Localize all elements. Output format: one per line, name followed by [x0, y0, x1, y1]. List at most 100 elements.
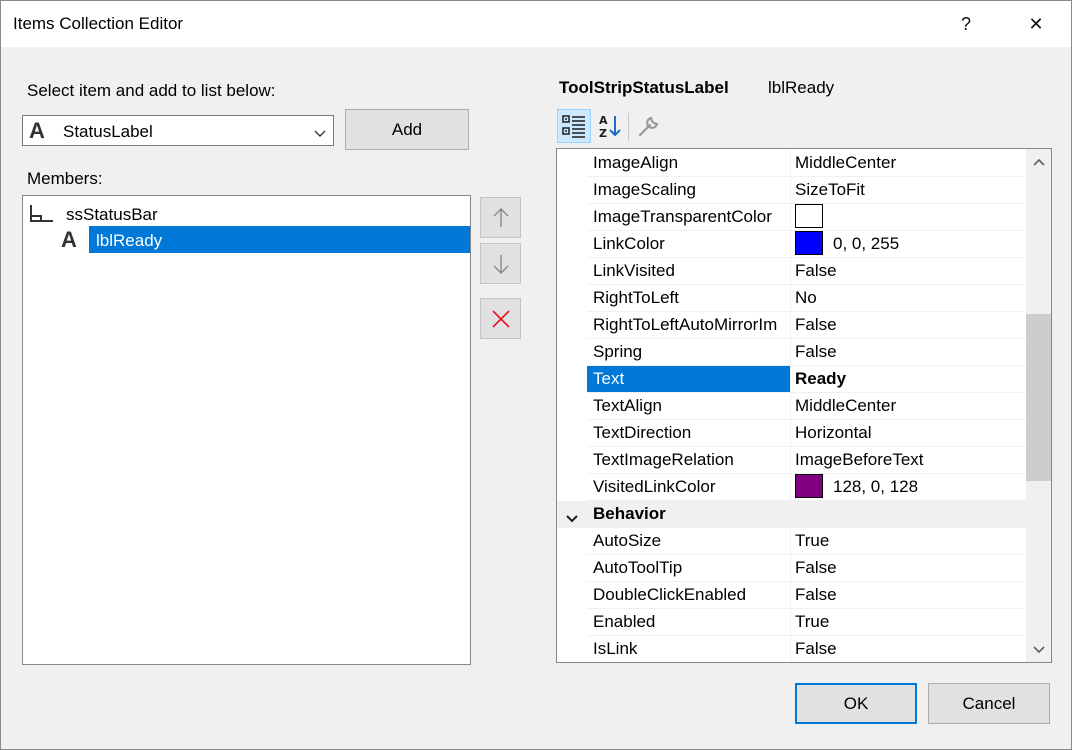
property-row[interactable]: ImageAlign MiddleCenter [557, 150, 1026, 177]
property-value-cell[interactable]: Horizontal [792, 420, 1026, 446]
help-icon: ? [960, 13, 971, 34]
property-row[interactable]: Text Ready [557, 366, 1026, 393]
list-item[interactable]: A lblReady [23, 226, 470, 254]
property-value: Ready [795, 369, 847, 388]
property-row[interactable]: TextDirection Horizontal [557, 420, 1026, 447]
property-name: RightToLeftAutoMirrorIm [593, 315, 778, 334]
property-row[interactable]: AutoSize True [557, 528, 1026, 555]
object-name-label: lblReady [768, 78, 835, 97]
close-button[interactable]: ✕ [1013, 1, 1059, 47]
title-bar: Items Collection Editor ? ✕ [1, 1, 1071, 47]
property-value-cell[interactable]: False [792, 582, 1026, 608]
property-value: False [795, 558, 837, 577]
categorized-button[interactable] [557, 109, 591, 143]
property-name: TextAlign [593, 396, 662, 415]
property-value-cell[interactable]: False [792, 312, 1026, 338]
property-value-cell[interactable]: False [792, 555, 1026, 581]
property-name: ImageScaling [593, 180, 697, 199]
dialog-window: Items Collection Editor ? ✕ Select item … [0, 0, 1072, 750]
property-value-cell[interactable]: MiddleCenter [792, 150, 1026, 176]
property-row[interactable]: TextAlign MiddleCenter [557, 393, 1026, 420]
property-row[interactable]: IsLink False [557, 636, 1026, 663]
color-swatch [795, 203, 823, 228]
property-value: ImageBeforeText [795, 450, 924, 469]
property-row[interactable]: TextImageRelation ImageBeforeText [557, 447, 1026, 474]
property-name: ImageAlign [593, 153, 679, 172]
property-name: TextDirection [593, 423, 692, 442]
property-value: 128, 0, 128 [833, 477, 919, 496]
alphabetical-button[interactable]: A Z [593, 109, 627, 143]
property-row[interactable]: LinkColor 0, 0, 255 [557, 230, 1026, 258]
property-value-cell[interactable]: ImageBeforeText [792, 447, 1026, 473]
property-row[interactable]: ImageScaling SizeToFit [557, 177, 1026, 204]
property-value-cell[interactable]: False [792, 636, 1026, 662]
chevron-down-icon[interactable] [565, 509, 579, 529]
cancel-button[interactable]: Cancel [928, 683, 1050, 724]
property-value: MiddleCenter [795, 396, 897, 415]
color-swatch [795, 230, 823, 255]
label-icon: A [61, 227, 77, 252]
add-button[interactable]: Add [345, 109, 469, 150]
item-type-combobox[interactable]: A StatusLabel [22, 115, 334, 146]
property-value-cell[interactable]: True [792, 609, 1026, 635]
scroll-down-button[interactable] [1026, 637, 1051, 662]
property-name: ImageTransparentColor [593, 207, 772, 226]
property-value: True [795, 612, 830, 631]
scrollbar-thumb[interactable] [1026, 314, 1051, 481]
column-divider [790, 312, 791, 339]
row-divider [587, 662, 1026, 663]
property-row[interactable]: DoubleClickEnabled False [557, 582, 1026, 609]
property-name: Enabled [593, 612, 656, 631]
column-divider [790, 636, 791, 662]
property-value-cell[interactable]: SizeToFit [792, 177, 1026, 203]
ok-button[interactable]: OK [795, 683, 917, 724]
property-value-cell[interactable] [792, 203, 1026, 230]
property-row[interactable]: AutoToolTip False [557, 555, 1026, 582]
property-value: 0, 0, 255 [833, 234, 900, 253]
arrow-up-icon [493, 207, 508, 227]
move-down-button[interactable] [480, 243, 521, 284]
property-value-cell[interactable]: 0, 0, 255 [792, 230, 1026, 257]
item-type-value: StatusLabel [63, 122, 153, 141]
property-value: No [795, 288, 817, 307]
property-row[interactable]: RightToLeft No [557, 285, 1026, 312]
property-grid[interactable]: ImageAlign MiddleCenter ImageScaling SizeTo… [556, 148, 1052, 663]
property-row[interactable]: VisitedLinkColor 128, 0, 128 [557, 473, 1026, 501]
property-row[interactable]: RightToLeftAutoMirrorIm False [557, 312, 1026, 339]
column-divider [790, 258, 791, 285]
category-row[interactable]: Behavior [557, 501, 1026, 528]
property-value: SizeToFit [795, 180, 865, 199]
property-value: False [795, 261, 837, 280]
property-value-cell[interactable]: True [792, 528, 1026, 554]
svg-text:Z: Z [599, 127, 607, 139]
property-pages-button[interactable] [632, 109, 666, 143]
property-value-cell[interactable]: False [792, 339, 1026, 365]
property-value-cell[interactable]: 128, 0, 128 [792, 473, 1026, 500]
color-swatch [795, 473, 823, 498]
property-row[interactable]: Enabled True [557, 609, 1026, 636]
property-value: Horizontal [795, 423, 872, 442]
statusstrip-icon [29, 205, 55, 228]
property-value-cell[interactable]: No [792, 285, 1026, 311]
window-title: Items Collection Editor [13, 14, 184, 33]
column-divider [790, 366, 791, 393]
vertical-scrollbar[interactable] [1026, 149, 1051, 662]
property-value: MiddleCenter [795, 153, 897, 172]
property-value-cell[interactable]: MiddleCenter [792, 393, 1026, 419]
chevron-down-icon [1032, 645, 1045, 653]
property-row[interactable]: LinkVisited False [557, 258, 1026, 285]
member-label: lblReady [96, 231, 163, 250]
delete-icon [491, 309, 510, 328]
move-up-button[interactable] [480, 197, 521, 238]
arrow-down-icon [493, 254, 508, 274]
property-value-cell[interactable]: Ready [792, 366, 1026, 392]
remove-button[interactable] [480, 298, 521, 339]
property-row[interactable]: Spring False [557, 339, 1026, 366]
property-value-cell[interactable]: False [792, 258, 1026, 284]
list-item[interactable]: ssStatusBar [23, 198, 470, 226]
help-button[interactable]: ? [943, 1, 989, 47]
scroll-up-button[interactable] [1026, 149, 1051, 174]
members-list[interactable]: ssStatusBar A lblReady [22, 195, 471, 665]
property-row[interactable]: ImageTransparentColor [557, 203, 1026, 231]
property-value: False [795, 585, 837, 604]
